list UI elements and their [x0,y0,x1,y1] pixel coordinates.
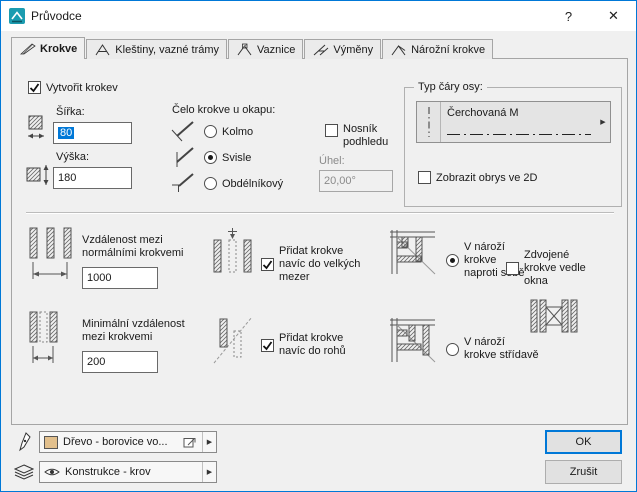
radio-dot [204,125,217,138]
tab-bar: Krokve Kleštiny, vazné trámy Vaznice Vým… [11,37,494,59]
material-name: Dřevo - borovice vo... [63,436,178,448]
axis-line-group-title: Typ čáry osy: [414,81,487,94]
trimmer-icon [312,43,329,56]
material-swatch [44,436,58,449]
selected-text: 80 [58,127,74,139]
angle-input [319,170,393,192]
hip-alternating-icon [389,317,437,366]
dashdot-vertical-icon [417,102,441,142]
checkbox-box [261,258,274,271]
layer-name: Konstrukce - krov [65,466,197,478]
rafter-width-icon [25,114,47,145]
create-rafter-checkbox[interactable]: Vytvořit krokev [28,81,118,94]
min-spacing-icon [26,311,76,370]
chevron-right-icon: ▶ [202,462,216,482]
eaves-title: Čelo krokve u okapu: [172,104,275,117]
add-rafters-corner-icon [212,311,254,370]
rectangular-cut-icon [170,171,196,197]
layers-icon[interactable] [14,464,34,480]
tab-vymeny[interactable]: Výměny [304,39,381,59]
checkbox-box [28,81,41,94]
roofmaker-wizard-dialog: Průvodce ? ✕ Krokve Kleštiny, vazné trám… [0,0,637,492]
dashdot-line-icon [447,132,591,137]
double-rafters-window-checkbox[interactable]: Zdvojené krokve vedle okna [506,245,606,291]
tab-vaznice[interactable]: Vaznice [228,39,303,59]
soffit-beam-checkbox[interactable]: Nosník podhledu [325,123,405,149]
width-input[interactable]: 80 [53,122,132,144]
line-type-preview: Čerchovaná M [441,102,596,142]
radio-dot [446,343,459,356]
height-input[interactable] [53,167,132,189]
show-outline-2d-checkbox[interactable]: Zobrazit obrys ve 2D [418,171,537,184]
rafter-height-icon [25,161,53,192]
axis-line-type-dropdown[interactable]: Čerchovaná M ▶ [416,101,611,143]
purlin-icon [236,43,253,56]
cancel-button[interactable]: Zrušit [545,460,622,484]
add-large-gaps-checkbox[interactable]: Přidat krokve navíc do velkých mezer [261,241,371,287]
close-button[interactable]: ✕ [591,1,636,31]
normal-spacing-icon [26,227,76,286]
titlebar[interactable]: Průvodce ? ✕ [1,1,636,31]
pen-icon[interactable] [18,432,34,452]
tab-klestiny[interactable]: Kleštiny, vazné trámy [86,39,227,59]
radio-svisle[interactable]: Svisle [204,151,251,164]
radio-dot [446,254,459,267]
hip-opposite-icon [389,229,437,278]
ok-button[interactable]: OK [545,430,622,454]
tab-krokve[interactable]: Krokve [11,37,85,59]
help-button[interactable]: ? [546,1,591,31]
window-title: Průvodce [31,9,546,23]
checkbox-box [261,339,274,352]
checkbox-box [506,262,519,275]
radio-dot [204,151,217,164]
add-corners-checkbox[interactable]: Přidat krokve navíc do rohů [261,329,371,361]
normal-spacing-input[interactable] [82,267,158,289]
chevron-right-icon: ▶ [202,432,216,452]
height-label: Výška: [56,151,89,164]
material-combo[interactable]: Dřevo - borovice vo... ▶ [39,431,217,453]
tab-narozni-krokve[interactable]: Nárožní krokve [382,39,493,59]
separator [26,212,614,214]
hip-rafter-icon [390,43,407,56]
perpendicular-cut-icon [170,119,196,145]
layer-combo[interactable]: Konstrukce - krov ▶ [39,461,217,483]
radio-dot [204,177,217,190]
material-popup-icon[interactable] [183,436,197,449]
line-type-name: Čerchovaná M [447,107,590,119]
width-label: Šířka: [56,106,85,119]
add-rafters-gap-icon [212,227,254,286]
checkbox-box [325,124,338,137]
rafter-icon [19,42,36,55]
app-icon [9,8,25,24]
collar-tie-icon [94,43,111,56]
radio-obdelnikovy[interactable]: Obdélníkový [204,177,283,190]
tab-panel-krokve: Vytvořit krokev Šířka: 80 Výška: Čelo kr… [11,58,628,425]
double-rafters-window-icon [529,297,579,338]
normal-spacing-label: Vzdálenost mezi normálními krokvemi [82,234,207,260]
eye-icon [44,467,60,477]
radio-hip-alternating[interactable]: V nároží krokve střídavě [446,333,539,365]
vertical-cut-icon [170,145,196,171]
axis-line-group: Typ čáry osy: Čerchovaná M ▶ Zobrazit ob… [404,87,622,207]
min-spacing-label: Minimální vzdálenost mezi krokvemi [82,318,207,344]
radio-kolmo[interactable]: Kolmo [204,125,253,138]
angle-label: Úhel: [319,155,345,168]
chevron-right-icon: ▶ [596,102,610,142]
checkbox-box [418,171,431,184]
min-spacing-input[interactable] [82,351,158,373]
